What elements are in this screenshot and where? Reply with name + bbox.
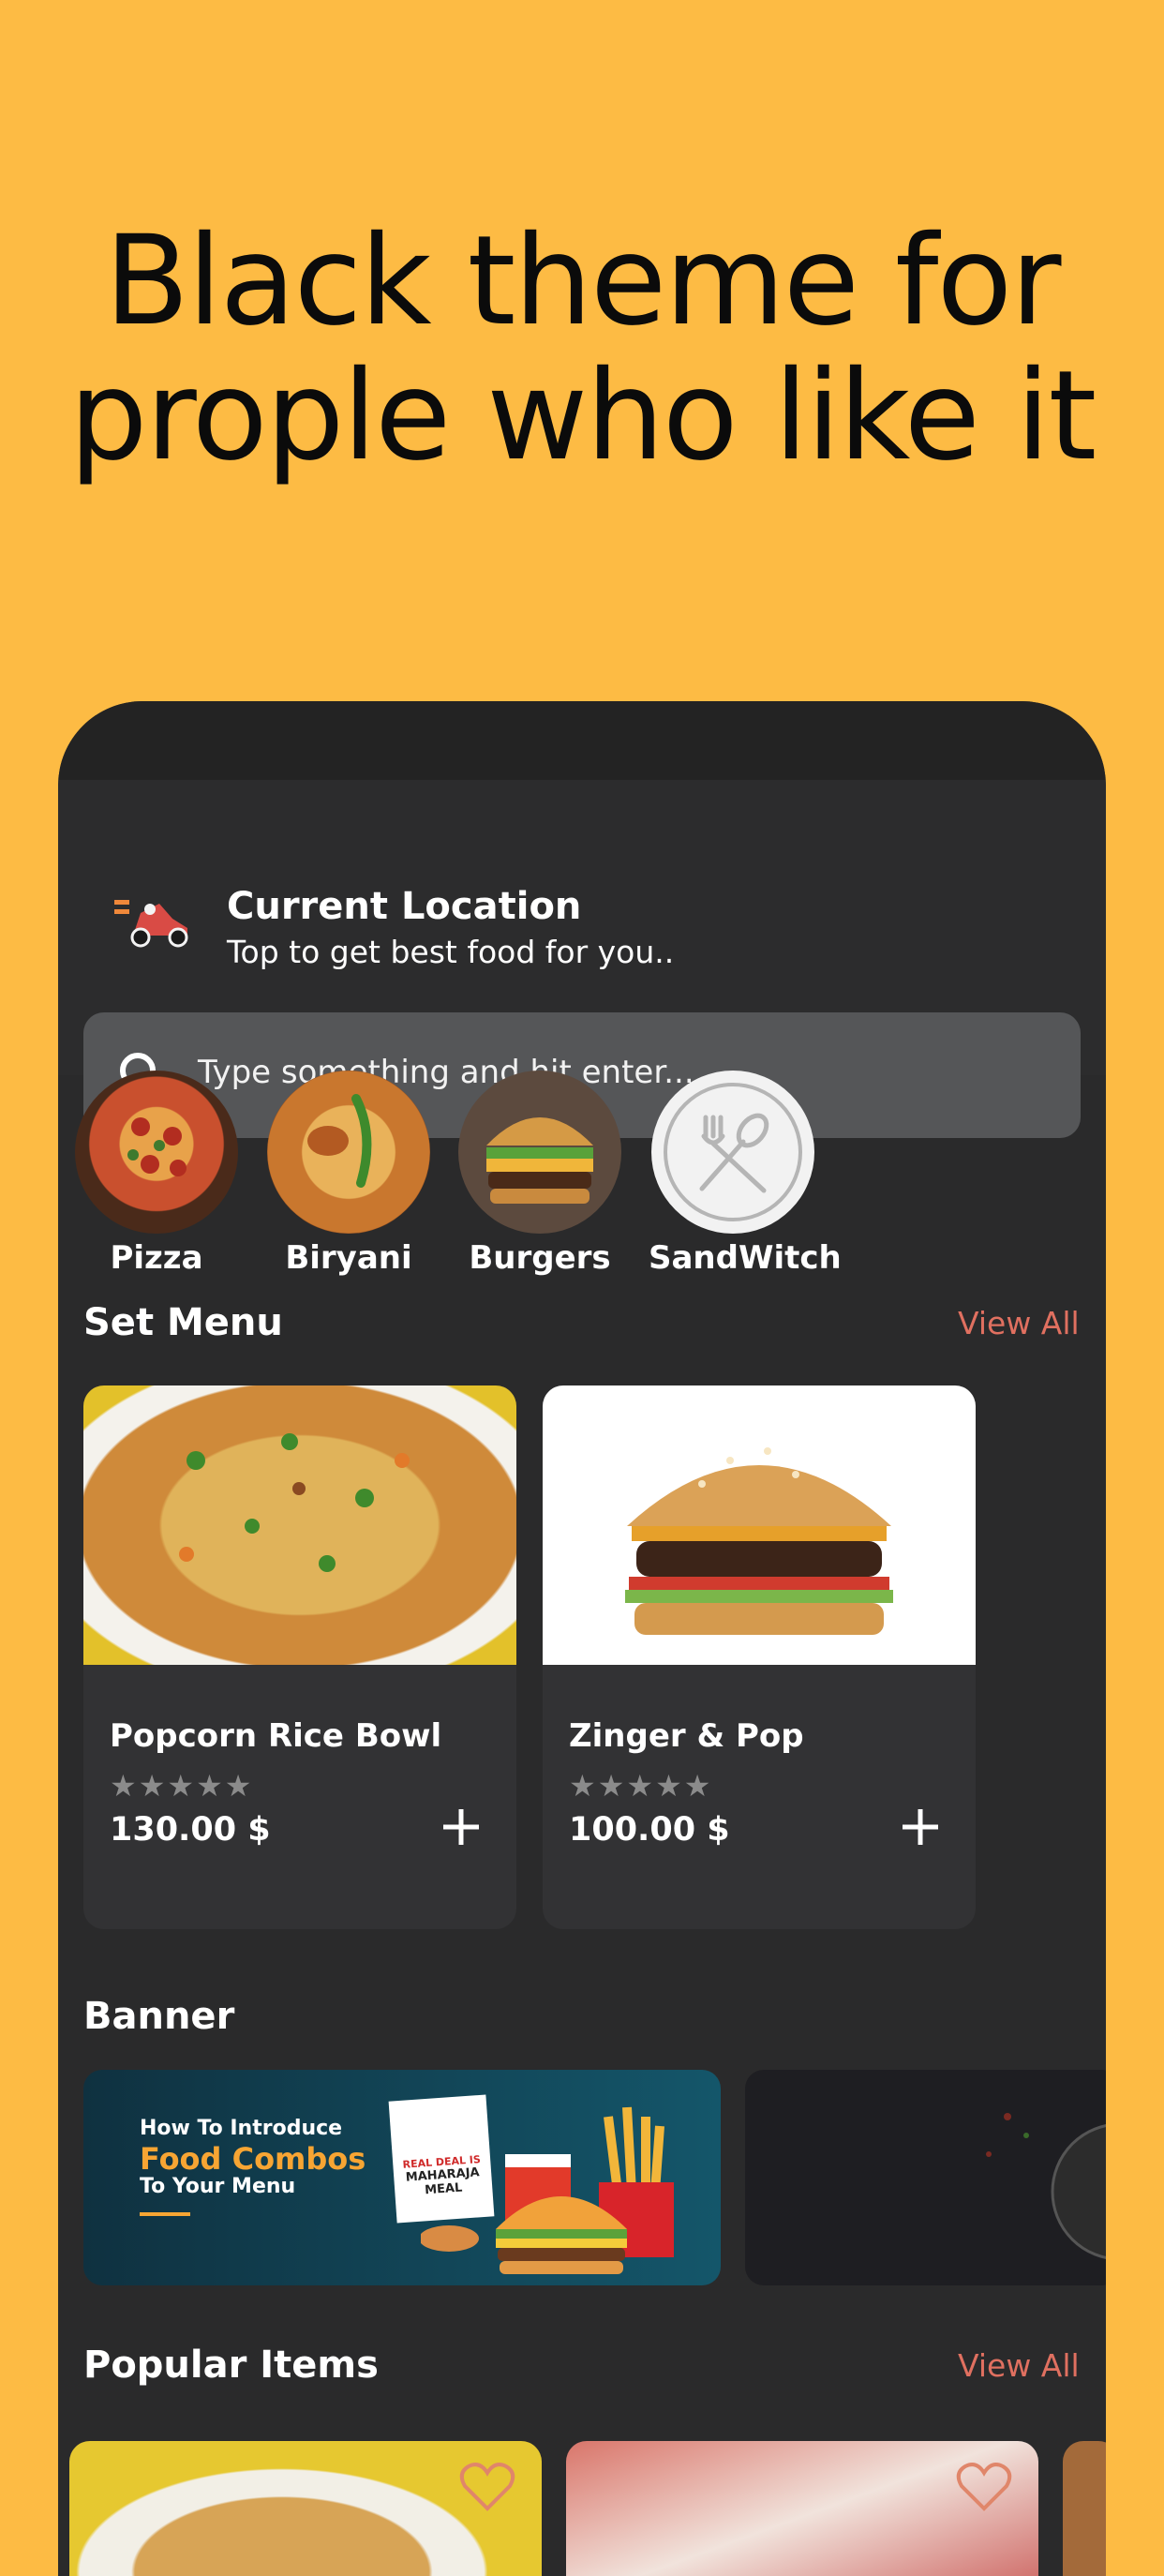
biryani-image	[267, 1071, 430, 1234]
headline-line-2: prople who like it	[68, 344, 1097, 488]
category-label-sandwitch: SandWitch	[649, 1239, 842, 1277]
status-bar	[58, 701, 1106, 780]
promo-line-1: How To Introduce	[140, 2117, 343, 2140]
rating-stars: ★★★★★	[569, 1768, 713, 1804]
app-header: Current Location Top to get best food fo…	[58, 780, 1106, 1138]
dish-image	[986, 2113, 1106, 2259]
cutlery-icon	[651, 1071, 814, 1234]
menu-item-name: Popcorn Rice Bowl	[110, 1717, 442, 1755]
promo-line-2: Food Combos	[140, 2141, 366, 2177]
banner-dark-dish[interactable]	[745, 2070, 1106, 2285]
promo-underline	[140, 2212, 190, 2216]
category-biryani[interactable]: Biryani	[264, 1071, 433, 1277]
zinger-burger-image	[543, 1385, 976, 1665]
add-to-cart-plus-icon[interactable]	[897, 1804, 944, 1850]
banner-title: Banner	[83, 1995, 235, 2038]
set-menu-title: Set Menu	[83, 1301, 283, 1344]
headline: Black theme for prople who like it	[0, 214, 1164, 484]
add-to-cart-plus-icon[interactable]	[438, 1804, 485, 1850]
set-menu-view-all-link[interactable]: View All	[958, 1305, 1080, 1341]
category-label-pizza: Pizza	[110, 1239, 203, 1277]
menu-item-price: 100.00 $	[569, 1811, 730, 1849]
menu-item-name: Zinger & Pop	[569, 1717, 804, 1755]
menu-card-popcorn-rice-bowl[interactable]: Popcorn Rice Bowl ★★★★★ 130.00 $	[83, 1385, 516, 1929]
menu-item-price: 130.00 $	[110, 1811, 271, 1849]
category-label-biryani: Biryani	[285, 1239, 412, 1277]
menu-card-zinger-pop[interactable]: Zinger & Pop ★★★★★ 100.00 $	[543, 1385, 976, 1929]
category-pizza[interactable]: Pizza	[72, 1071, 241, 1277]
category-sandwitch[interactable]: SandWitch	[649, 1071, 842, 1277]
combo-meal-icon	[421, 2106, 674, 2274]
promo-line-3: To Your Menu	[140, 2175, 296, 2198]
banner-food-combos[interactable]: How To Introduce Food Combos To Your Men…	[83, 2070, 721, 2285]
phone-screen: Current Location Top to get best food fo…	[58, 701, 1106, 2576]
delivery-scooter-icon	[114, 900, 188, 948]
current-location-title[interactable]: Current Location	[227, 885, 581, 928]
burgers-image	[458, 1071, 621, 1234]
popular-item-card-3[interactable]	[1063, 2441, 1106, 2576]
popular-item-card-2[interactable]	[566, 2441, 1038, 2576]
current-location-subtitle: Top to get best food for you..	[227, 934, 675, 970]
rating-stars: ★★★★★	[110, 1768, 254, 1804]
rice-bowl-image	[83, 1385, 516, 1665]
heart-icon[interactable]	[956, 2462, 1012, 2512]
pizza-image	[75, 1071, 238, 1234]
category-label-burgers: Burgers	[469, 1239, 611, 1277]
heart-icon[interactable]	[459, 2462, 515, 2512]
headline-line-1: Black theme for	[104, 209, 1062, 353]
popular-items-view-all-link[interactable]: View All	[958, 2347, 1080, 2384]
category-burgers[interactable]: Burgers	[455, 1071, 624, 1277]
popular-items-title: Popular Items	[83, 2344, 379, 2387]
popular-item-card-1[interactable]	[69, 2441, 542, 2576]
